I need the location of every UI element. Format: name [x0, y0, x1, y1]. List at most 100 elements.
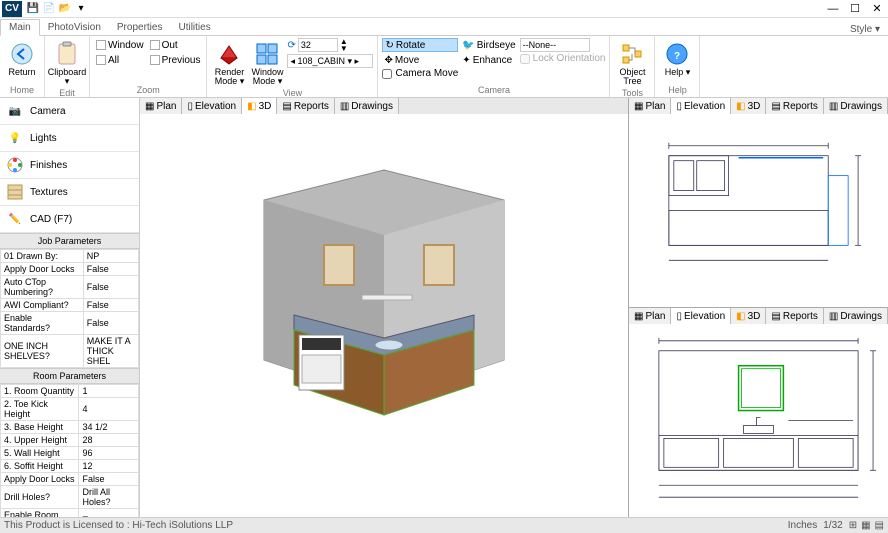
zoom-window-button[interactable]: Window — [94, 38, 146, 52]
bottom-tab-reports[interactable]: ▤Reports — [766, 308, 823, 324]
return-button[interactable]: Return — [4, 38, 40, 79]
qat-dropdown-icon[interactable]: ▾ — [74, 2, 88, 16]
style-dropdown[interactable]: Style ▾ — [850, 24, 888, 35]
bottom-tab-3d[interactable]: ◧3D — [731, 308, 766, 324]
clipboard-button[interactable]: Clipboard ▾ — [49, 38, 85, 88]
tab-photovision[interactable]: PhotoVision — [40, 20, 109, 35]
camera-move-checkbox[interactable]: Camera Move — [382, 68, 458, 79]
group-camera: ↻Rotate ✥Move Camera Move 🐦Birdseye ✦Enh… — [378, 36, 610, 97]
layers-icon[interactable]: ▤ — [875, 520, 884, 531]
camera-rotate-button[interactable]: ↻Rotate — [382, 38, 458, 52]
top-tab-plan[interactable]: ▦Plan — [629, 98, 671, 114]
qat-save-icon[interactable]: 💾 — [26, 2, 40, 16]
palette-lights[interactable]: 💡Lights — [0, 125, 139, 152]
camera-icon: 📷 — [6, 102, 24, 120]
tab-properties[interactable]: Properties — [109, 20, 171, 35]
bottom-tab-plan[interactable]: ▦Plan — [629, 308, 671, 324]
param-row[interactable]: Drill Holes?Drill All Holes? — [1, 486, 139, 509]
param-value[interactable]: False — [79, 473, 139, 486]
param-value[interactable]: 4 — [79, 398, 139, 421]
param-value[interactable]: 1 — [79, 385, 139, 398]
param-row[interactable]: 4. Upper Height28 — [1, 434, 139, 447]
bottom-view-tabs: ▦Plan ▯Elevation ◧3D ▤Reports ▥Drawings — [629, 308, 888, 324]
param-value[interactable]: 34 1/2 — [79, 421, 139, 434]
param-value[interactable]: 28 — [79, 434, 139, 447]
maximize-button[interactable]: ☐ — [844, 1, 866, 17]
room-params-table: 1. Room Quantity12. Toe Kick Height43. B… — [0, 384, 139, 517]
main-tab-reports[interactable]: ▤Reports — [277, 98, 334, 114]
bottom-elevation-canvas[interactable] — [629, 324, 888, 517]
param-value[interactable]: Drill All Holes? — [79, 486, 139, 509]
camera-none-combo[interactable]: --None-- — [520, 38, 590, 52]
main-tab-elevation[interactable]: ▯Elevation — [182, 98, 242, 114]
qat-new-icon[interactable]: 📄 — [42, 2, 56, 16]
top-elevation-canvas[interactable] — [629, 114, 888, 307]
param-row[interactable]: 3. Base Height34 1/2 — [1, 421, 139, 434]
close-button[interactable]: ✕ — [866, 1, 888, 17]
param-value[interactable]: False — [83, 299, 138, 312]
bottom-tab-drawings[interactable]: ▥Drawings — [824, 308, 888, 324]
birdseye-button[interactable]: 🐦Birdseye — [460, 38, 517, 52]
refresh-icon[interactable]: ⟳ — [287, 40, 295, 51]
palette-finishes[interactable]: Finishes — [0, 152, 139, 179]
render-mode-button[interactable]: Render Mode ▾ — [211, 38, 247, 88]
window-mode-button[interactable]: Window Mode ▾ — [249, 38, 285, 88]
tab-utilities[interactable]: Utilities — [170, 20, 218, 35]
param-value[interactable]: 96 — [79, 447, 139, 460]
bottom-tab-elevation[interactable]: ▯Elevation — [671, 308, 731, 324]
param-value[interactable]: 12 — [79, 460, 139, 473]
param-row[interactable]: Auto CTop Numbering?False — [1, 276, 139, 299]
param-row[interactable]: ONE INCH SHELVES?MAKE IT A THICK SHEL — [1, 335, 139, 368]
units-label[interactable]: Inches — [788, 520, 817, 531]
param-row[interactable]: Enable Standards?False — [1, 312, 139, 335]
param-value[interactable]: False — [83, 263, 138, 276]
zoom-window-icon — [96, 40, 106, 50]
help-icon: ? — [663, 40, 691, 68]
grid-icon[interactable]: ▦ — [861, 520, 870, 531]
enhance-button[interactable]: ✦Enhance — [460, 53, 517, 67]
main-tab-drawings[interactable]: ▥Drawings — [335, 98, 399, 114]
qat-open-icon[interactable]: 📂 — [58, 2, 72, 16]
param-row[interactable]: Enable Room QTYTrue — [1, 509, 139, 518]
param-value[interactable]: MAKE IT A THICK SHEL — [83, 335, 138, 368]
main-tab-3d[interactable]: ◧3D — [242, 98, 277, 114]
top-tab-reports[interactable]: ▤Reports — [766, 98, 823, 114]
param-row[interactable]: Apply Door LocksFalse — [1, 473, 139, 486]
zoom-all-button[interactable]: All — [94, 53, 146, 67]
cad-icon: ✏️ — [6, 210, 24, 228]
snap-icon[interactable]: ⊞ — [849, 520, 857, 531]
top-tab-3d[interactable]: ◧3D — [731, 98, 766, 114]
param-row[interactable]: 01 Drawn By:NP — [1, 250, 139, 263]
palette-textures[interactable]: Textures — [0, 179, 139, 206]
param-value[interactable]: NP — [83, 250, 138, 263]
main-3d-canvas[interactable] — [140, 114, 628, 517]
top-tab-drawings[interactable]: ▥Drawings — [824, 98, 888, 114]
palette-cad[interactable]: ✏️CAD (F7) — [0, 206, 139, 233]
object-tree-button[interactable]: Object Tree — [614, 38, 650, 88]
param-row[interactable]: Apply Door LocksFalse — [1, 263, 139, 276]
tab-main[interactable]: Main — [0, 19, 40, 36]
param-row[interactable]: 1. Room Quantity1 — [1, 385, 139, 398]
param-row[interactable]: AWI Compliant?False — [1, 299, 139, 312]
zoom-previous-button[interactable]: Previous — [148, 53, 203, 67]
lock-orientation-checkbox[interactable]: Lock Orientation — [520, 53, 606, 64]
fov-input[interactable]: 32 — [298, 38, 338, 52]
palette-camera[interactable]: 📷Camera — [0, 98, 139, 125]
finishes-icon — [6, 156, 24, 174]
main-tab-plan[interactable]: ▦Plan — [140, 98, 182, 114]
zoom-out-button[interactable]: Out — [148, 38, 203, 52]
param-row[interactable]: 6. Soffit Height12 — [1, 460, 139, 473]
fov-stepper[interactable]: ▲▼ — [340, 38, 348, 52]
minimize-button[interactable]: — — [822, 1, 844, 17]
param-key: Enable Standards? — [1, 312, 84, 335]
param-value[interactable]: True — [79, 509, 139, 518]
param-row[interactable]: 2. Toe Kick Height4 — [1, 398, 139, 421]
top-tab-elevation[interactable]: ▯Elevation — [671, 98, 731, 114]
help-button[interactable]: ? Help ▾ — [659, 38, 695, 79]
selection-combo[interactable]: ◂ 108_CABIN ▾ ▸ — [287, 54, 373, 68]
scale-label[interactable]: 1/32 — [823, 520, 842, 531]
param-value[interactable]: False — [83, 312, 138, 335]
camera-move-button[interactable]: ✥Move — [382, 53, 458, 67]
param-value[interactable]: False — [83, 276, 138, 299]
param-row[interactable]: 5. Wall Height96 — [1, 447, 139, 460]
